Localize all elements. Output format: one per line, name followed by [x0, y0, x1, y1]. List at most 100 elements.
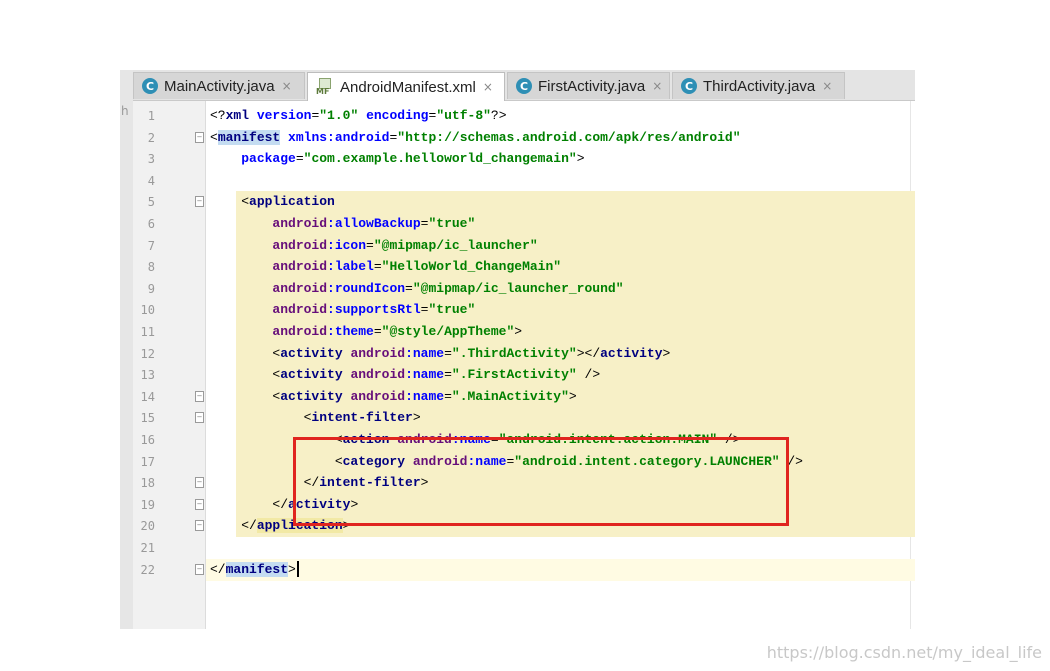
code-token: version — [256, 108, 312, 123]
fold-marker-icon[interactable]: − — [195, 520, 204, 532]
line-number: 19 — [140, 497, 155, 512]
code-line[interactable]: 1 <?xml version="1.0" encoding="utf-8"?> — [133, 105, 915, 127]
code-line[interactable]: 10 android:supportsRtl="true" — [133, 299, 915, 321]
code-token: </ — [210, 561, 226, 577]
code-token: < — [210, 388, 281, 404]
code-token: manifest — [225, 561, 289, 577]
fold-marker-icon[interactable]: − — [195, 412, 204, 424]
code-line[interactable]: 14 − <activity android:name=".MainActivit… — [133, 386, 915, 408]
code-token: <? — [210, 108, 226, 123]
tab-mainactivity-java[interactable]: C MainActivity.java × — [133, 72, 305, 99]
code-token: = — [405, 280, 413, 296]
code-text: android:roundIcon="@mipmap/ic_launcher_r… — [210, 278, 623, 300]
code-token: ".ThirdActivity" — [451, 345, 577, 361]
code-token: activity — [600, 345, 663, 361]
code-line[interactable]: 6 android:allowBackup="true" — [133, 213, 915, 235]
code-token: < — [210, 194, 250, 210]
code-token: :supportsRtl — [327, 302, 421, 318]
code-token: < — [210, 129, 218, 145]
code-line[interactable]: 15 − <intent-filter> — [133, 407, 915, 429]
line-number: 4 — [147, 173, 155, 188]
code-token: < — [210, 410, 312, 426]
code-token: :allowBackup — [327, 216, 421, 231]
project-panel-text: h — [121, 104, 129, 118]
line-number: 5 — [147, 195, 155, 210]
code-token: "http://schemas.android.com/apk/res/andr… — [397, 129, 741, 145]
line-number: 12 — [140, 346, 155, 361]
code-token: /> — [576, 367, 601, 383]
line-number: 14 — [140, 389, 155, 404]
tab-androidmanifest-xml[interactable]: MF AndroidManifest.xml × — [307, 72, 505, 101]
watermark: https://blog.csdn.net/my_ideal_life — [766, 643, 1042, 662]
fold-marker-icon[interactable]: − — [195, 498, 204, 510]
fold-marker-icon[interactable]: − — [195, 563, 204, 575]
code-token: </ — [210, 496, 289, 512]
code-token: < — [210, 367, 281, 383]
code-token: "1.0" — [319, 108, 359, 123]
code-token: "utf-8" — [436, 108, 491, 123]
code-token: = — [373, 259, 382, 275]
fold-marker-icon[interactable]: − — [195, 390, 204, 402]
code-token: ?> — [490, 108, 507, 123]
project-panel-edge[interactable]: h — [120, 70, 134, 629]
close-tab-icon[interactable]: × — [652, 79, 662, 93]
code-token: android — [272, 259, 328, 275]
code-token: > — [576, 151, 585, 167]
code-token: ".MainActivity" — [451, 388, 569, 404]
code-line[interactable]: 21 — [133, 537, 915, 559]
code-token: ></ — [576, 345, 601, 361]
code-line[interactable]: 4 — [133, 170, 915, 192]
code-line[interactable]: 8 android:label="HelloWorld_ChangeMain" — [133, 256, 915, 278]
line-number: 8 — [147, 260, 155, 275]
code-token: activity — [280, 388, 343, 404]
code-line[interactable]: 9 android:roundIcon="@mipmap/ic_launcher… — [133, 278, 915, 300]
code-token: android — [350, 367, 406, 383]
code-line[interactable]: 22 − </manifest> — [133, 559, 915, 581]
code-token: "@style/AppTheme" — [381, 324, 515, 339]
code-line[interactable]: 12 <activity android:name=".ThirdActivit… — [133, 343, 915, 365]
code-token: android — [350, 388, 406, 404]
fold-marker-icon[interactable]: − — [195, 196, 204, 208]
java-class-icon: C — [681, 78, 697, 94]
code-token: ".FirstActivity" — [451, 367, 577, 383]
close-tab-icon[interactable]: × — [483, 80, 493, 94]
code-line[interactable]: 3 package="com.example.helloworld_change… — [133, 148, 915, 170]
code-line[interactable]: 5 − <application — [133, 191, 915, 213]
code-token: > — [288, 561, 296, 577]
code-text: android:theme="@style/AppTheme"> — [210, 321, 522, 343]
code-token: intent-filter — [311, 410, 413, 426]
code-line[interactable]: 7 android:icon="@mipmap/ic_launcher" — [133, 235, 915, 257]
line-number: 2 — [147, 130, 155, 145]
code-token: :name — [405, 367, 445, 383]
code-line[interactable]: 2 − <manifest xmlns:android="http://schema… — [133, 127, 915, 149]
code-text: <manifest xmlns:android="http://schemas.… — [210, 127, 741, 149]
code-token: activity — [280, 367, 343, 383]
tab-thirdactivity-java[interactable]: C ThirdActivity.java × — [672, 72, 845, 99]
tab-label: AndroidManifest.xml — [340, 78, 476, 96]
code-token: > — [514, 324, 523, 339]
code-token: = — [444, 345, 452, 361]
code-token: = — [444, 367, 452, 383]
fold-marker-icon[interactable]: − — [195, 477, 204, 489]
close-tab-icon[interactable]: × — [282, 79, 292, 93]
code-token: > — [568, 388, 577, 404]
tab-label: FirstActivity.java — [538, 77, 646, 95]
code-line[interactable]: 13 <activity android:name=".FirstActivit… — [133, 364, 915, 386]
tab-firstactivity-java[interactable]: C FirstActivity.java × — [507, 72, 670, 99]
code-text: <activity android:name=".FirstActivity" … — [210, 364, 600, 386]
manifest-file-icon: MF — [316, 78, 334, 96]
code-line[interactable]: 11 android:theme="@style/AppTheme"> — [133, 321, 915, 343]
code-token: encoding — [366, 108, 429, 123]
code-token: = — [366, 237, 374, 253]
code-token: = — [295, 151, 304, 167]
code-token: android — [272, 324, 328, 339]
fold-marker-icon[interactable]: − — [195, 131, 204, 143]
close-tab-icon[interactable]: × — [822, 79, 832, 93]
code-editor[interactable]: 1 <?xml version="1.0" encoding="utf-8"?> 2… — [133, 101, 915, 629]
